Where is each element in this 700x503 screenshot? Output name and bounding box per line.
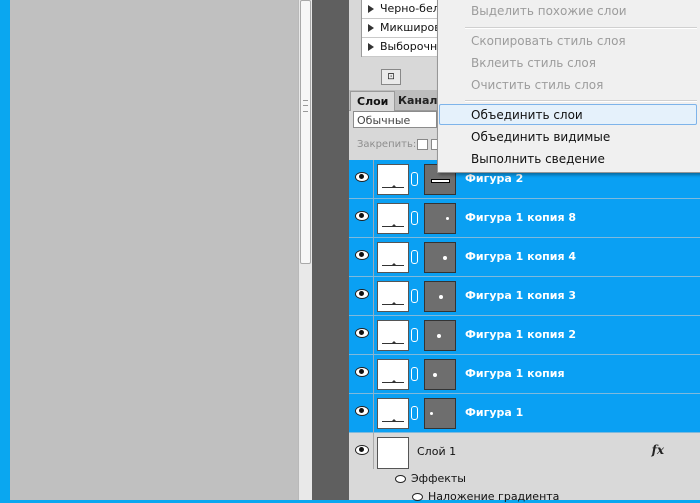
visibility-toggle[interactable] [349,433,374,471]
link-icon[interactable] [411,250,418,264]
layer-effects-icon[interactable]: fx [652,443,664,457]
document-canvas[interactable] [10,0,298,500]
triangle-icon [368,24,374,32]
layer-row[interactable]: Фигура 1 копия 8 [349,199,700,238]
visibility-toggle[interactable] [349,199,374,237]
layer-thumbnail [377,281,409,312]
adjustment-item[interactable]: Микширование [362,19,440,38]
blend-mode-select[interactable]: Обычные [353,111,437,128]
adjustment-label: Черно-белое [380,2,440,15]
adjustment-label: Микширование [380,21,440,34]
vector-mask-thumbnail[interactable] [424,320,456,351]
menu-item-merge-layers[interactable]: Объединить слои [471,108,583,122]
tab-layers[interactable]: Слои [350,91,396,111]
layer-row[interactable]: Слой 1 fx [349,433,700,471]
eye-icon [355,367,369,377]
adjustment-item[interactable]: Выборочная [362,38,440,57]
layer-name: Фигура 2 [465,172,524,185]
visibility-toggle[interactable] [349,355,374,393]
layer-name: Фигура 1 копия 4 [465,250,577,263]
menu-item-merge-visible[interactable]: Объединить видимые [471,130,610,144]
layer-row[interactable]: Фигура 1 [349,394,700,433]
menu-item-copy-style[interactable]: Скопировать стиль слоя [471,34,626,48]
visibility-toggle[interactable] [349,160,374,198]
adjustments-list: Черно-белое Микширование Выборочная [361,0,441,57]
eye-icon [355,289,369,299]
eye-icon [355,250,369,260]
menu-item-select-similar[interactable]: Выделить похожие слои [471,4,627,18]
layer-thumbnail [377,359,409,390]
menu-item-paste-style[interactable]: Вклеить стиль слоя [471,56,596,70]
adjustment-item[interactable]: Черно-белое [362,0,440,19]
layer-row[interactable]: Фигура 1 копия 3 [349,277,700,316]
layer-row[interactable]: Фигура 1 копия 2 [349,316,700,355]
eye-icon [355,328,369,338]
effects-label: Эффекты [411,472,466,485]
triangle-icon [368,5,374,13]
layer-thumbnail [377,242,409,273]
triangle-icon [368,43,374,51]
layer-name: Фигура 1 [465,406,524,419]
link-icon[interactable] [411,406,418,420]
link-icon[interactable] [411,172,418,186]
eye-icon [355,172,369,182]
layer-thumbnail [377,398,409,429]
visibility-toggle[interactable] [349,277,374,315]
link-icon[interactable] [411,367,418,381]
canvas-background [0,0,10,500]
eye-icon [355,406,369,416]
vector-mask-thumbnail[interactable] [424,203,456,234]
lock-label: Закрепить: [357,139,417,150]
adjustment-label: Выборочная [380,40,440,53]
link-icon[interactable] [411,289,418,303]
vector-mask-thumbnail[interactable] [424,242,456,273]
adjustments-panel-button[interactable]: ⊡ [381,69,401,85]
vector-mask-thumbnail[interactable] [424,398,456,429]
effect-label: Наложение градиента [428,490,560,503]
scrollbar-thumb[interactable] [300,0,311,264]
visibility-toggle[interactable] [349,394,374,432]
layer-row[interactable]: Фигура 1 копия [349,355,700,394]
link-icon[interactable] [411,211,418,225]
layer-thumbnail [377,320,409,351]
layer-thumbnail [377,203,409,234]
menu-item-clear-style[interactable]: Очистить стиль слоя [471,78,603,92]
vector-mask-thumbnail[interactable] [424,359,456,390]
scrollbar-grip-icon [303,100,308,112]
eye-icon [355,211,369,221]
menu-separator [465,100,697,102]
layer-name: Фигура 1 копия [465,367,565,380]
layer-thumbnail [377,164,409,195]
workspace-background [312,0,349,500]
menu-item-flatten[interactable]: Выполнить сведение [471,152,605,166]
vector-mask-thumbnail[interactable] [424,281,456,312]
visibility-toggle[interactable] [349,316,374,354]
link-icon[interactable] [411,328,418,342]
layer-thumbnail [377,437,409,469]
eye-icon [355,445,369,455]
layer-name: Фигура 1 копия 8 [465,211,577,224]
layer-name: Фигура 1 копия 2 [465,328,577,341]
lock-transparent-pixels-icon[interactable] [417,139,428,150]
visibility-toggle[interactable] [349,238,374,276]
layer-name: Фигура 1 копия 3 [465,289,577,302]
eye-icon[interactable] [395,475,406,483]
layer-row[interactable]: Фигура 1 копия 4 [349,238,700,277]
layer-name: Слой 1 [417,445,457,458]
menu-separator [465,27,697,29]
